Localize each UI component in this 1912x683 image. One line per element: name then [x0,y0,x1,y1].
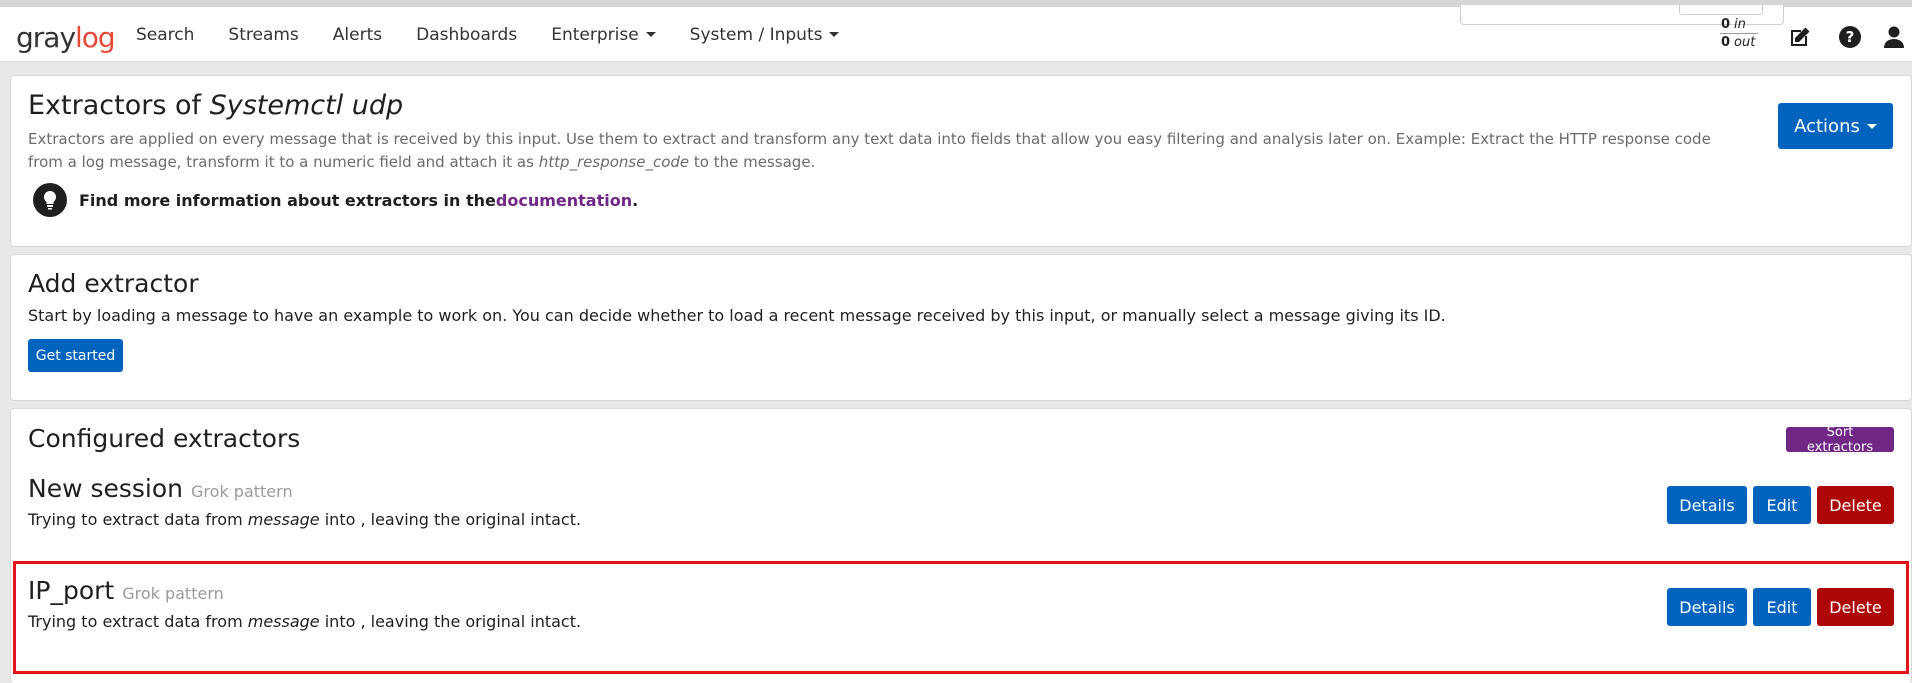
extractor-description: Trying to extract data from message into… [28,510,581,529]
help-icon[interactable]: ? [1836,23,1864,51]
throughput-in-label: in [1734,17,1746,32]
page-title-prefix: Extractors of [28,90,210,121]
dropdown-inner-edge [1679,5,1763,15]
page-title: Extractors of Systemctl udp [28,90,403,121]
edit-button[interactable]: Edit [1753,588,1811,626]
nav-streams-label: Streams [228,24,299,45]
nav-streams[interactable]: Streams [228,25,298,45]
navbar: graylog Search Streams Alerts Dashboards… [0,5,1912,62]
add-extractor-title: Add extractor [28,269,199,298]
nav-system-inputs-dropdown[interactable]: System / Inputs [690,25,840,45]
details-button[interactable]: Details [1667,588,1747,626]
edit-button[interactable]: Edit [1753,486,1811,524]
get-started-button[interactable]: Get started [28,339,123,372]
main-nav: Search Streams Alerts Dashboards Enterpr… [136,7,873,62]
extractor-actions: Details Edit Delete [1661,486,1894,524]
throughput-out-label: out [1734,35,1756,50]
svg-text:?: ? [1846,28,1855,46]
nav-system-inputs-label: System / Inputs [689,24,823,45]
extractor-description: Trying to extract data from message into… [28,612,581,631]
extractor-item: IP_port Grok pattern Trying to extract da… [11,576,1911,646]
extractor-desc-suffix: into , leaving the original intact. [319,510,582,529]
caret-down-icon [829,32,840,37]
extractors-description: Extractors are applied on every message … [28,128,1728,174]
actions-dropdown-button[interactable]: Actions [1778,103,1893,149]
sort-extractors-button[interactable]: Sort extractors [1786,425,1894,455]
extractor-actions: Details Edit Delete [1661,588,1894,626]
add-extractor-description: Start by loading a message to have an ex… [28,306,1446,325]
throughput-out-value: 0 [1720,35,1730,50]
nav-alerts-label: Alerts [332,24,383,45]
extractor-desc-prefix: Trying to extract data from [28,612,248,631]
extractor-item: New session Grok pattern Trying to extrac… [11,474,1911,544]
page-title-input-name: Systemctl udp [209,90,404,121]
throughput-indicator[interactable]: 0 in 0 out [1720,16,1758,51]
documentation-info: Find more information about extractors i… [33,183,638,217]
nav-search-label: Search [136,24,195,45]
throughput-in-value: 0 [1720,17,1730,32]
documentation-info-text: Find more information about extractors i… [79,190,496,210]
extractor-name: New session [28,474,184,503]
extractor-heading: New session Grok pattern [28,474,293,503]
add-extractor-panel: Add extractor Start by loading a message… [10,254,1912,401]
details-button[interactable]: Details [1667,486,1747,524]
description-text-2: to the message. [689,153,816,171]
documentation-info-suffix: . [632,190,639,210]
extractor-heading: IP_port Grok pattern [28,576,224,605]
extractor-type: Grok pattern [122,584,224,603]
nav-enterprise-label: Enterprise [551,24,639,45]
description-field-name: http_response_code [538,153,690,171]
user-icon[interactable] [1880,23,1908,51]
configured-extractors-title: Configured extractors [28,424,301,453]
logo-text-log: log [75,20,116,54]
caret-down-icon [645,32,656,37]
actions-button-label: Actions [1794,115,1860,137]
extractor-desc-field: message [247,612,320,631]
configured-extractors-panel: Configured extractors Sort extractors Ne… [10,408,1912,683]
extractor-name: IP_port [28,576,115,605]
delete-button[interactable]: Delete [1817,486,1894,524]
logo-text-gray: gray [16,20,76,54]
extractors-header-panel: Extractors of Systemctl udp Extractors a… [10,75,1912,247]
extractor-desc-field: message [247,510,320,529]
nav-enterprise-dropdown[interactable]: Enterprise [551,24,656,45]
documentation-link[interactable]: documentation [496,191,632,210]
delete-button[interactable]: Delete [1817,588,1894,626]
nav-search[interactable]: Search [136,25,194,45]
extractor-desc-suffix: into , leaving the original intact. [319,612,582,631]
nav-alerts[interactable]: Alerts [333,25,382,45]
extractor-desc-prefix: Trying to extract data from [28,510,248,529]
lightbulb-icon [33,183,67,217]
caret-down-icon [1866,123,1877,129]
nav-dashboards[interactable]: Dashboards [416,25,517,45]
edit-icon[interactable] [1786,23,1814,51]
graylog-logo[interactable]: graylog [16,17,116,57]
description-text-1: Extractors are applied on every message … [28,130,1711,171]
nav-dashboards-label: Dashboards [416,24,518,45]
extractor-type: Grok pattern [191,482,293,501]
